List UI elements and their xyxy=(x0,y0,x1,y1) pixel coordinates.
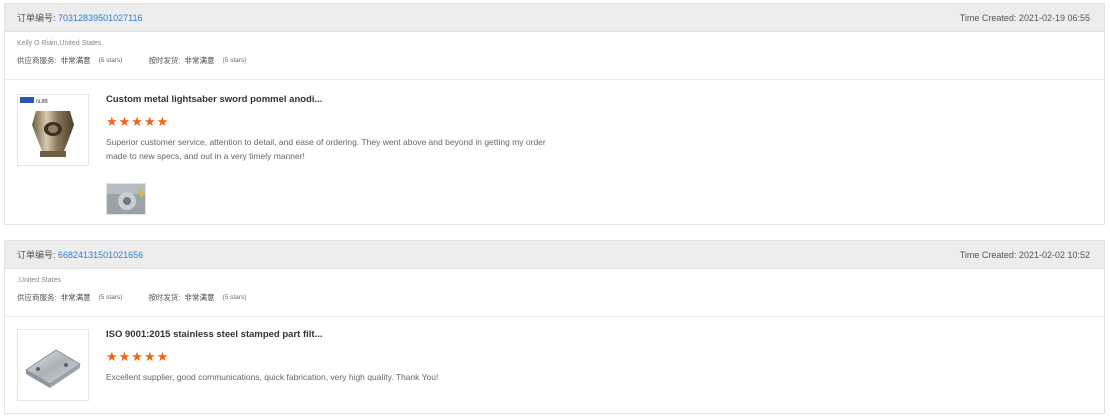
on-time-delivery-value: 非常满意 xyxy=(184,293,215,302)
supplier-service-rating: 供应商服务: 非常满意 (5 stars) xyxy=(17,55,122,66)
product-title[interactable]: Custom metal lightsaber sword pommel ano… xyxy=(106,94,566,105)
star-rating-icon: ★★★★★ xyxy=(106,114,170,129)
ratings-row: 供应商服务: 非常满意 (5 stars) 按时发货: 非常满意 (5 star… xyxy=(17,55,1092,66)
star-rating-icon: ★★★★★ xyxy=(106,349,170,364)
on-time-delivery-label: 按时发货: xyxy=(148,56,181,65)
supplier-service-label: 供应商服务: xyxy=(17,56,57,65)
svg-text:hL8B: hL8B xyxy=(36,99,48,105)
time-created: Time Created: 2021-02-02 10:52 xyxy=(959,249,1090,260)
on-time-delivery-rating: 按时发货: 非常满意 (5 stars) xyxy=(148,292,246,303)
review-content: ISO 9001:2015 stainless steel stamped pa… xyxy=(106,329,706,384)
order-header: 订单编号: 66824131501021656 Time Created: 20… xyxy=(5,241,1104,269)
review-content: Custom metal lightsaber sword pommel ano… xyxy=(106,94,566,215)
product-thumbnail[interactable]: hL8B xyxy=(17,94,89,166)
order-label: 订单编号: xyxy=(17,250,56,260)
buyer-name: ,United States xyxy=(17,277,61,284)
on-time-delivery-label: 按时发货: xyxy=(148,293,181,302)
order-number: 订单编号: 66824131501021656 xyxy=(17,248,143,261)
supplier-service-label: 供应商服务: xyxy=(17,293,57,302)
order-header: 订单编号: 70312839501027116 Time Created: 20… xyxy=(5,4,1104,32)
on-time-delivery-rating: 按时发货: 非常满意 (5 stars) xyxy=(148,55,246,66)
buyer-info: ,United States 供应商服务: 非常满意 (5 stars) 按时发… xyxy=(5,269,1104,317)
time-created: Time Created: 2021-02-19 06:55 xyxy=(959,12,1090,23)
order-id-link[interactable]: 70312839501027116 xyxy=(58,13,142,23)
supplier-service-stars: (5 stars) xyxy=(98,57,123,64)
review-photo[interactable] xyxy=(106,183,146,215)
supplier-service-value: 非常满意 xyxy=(60,56,91,65)
order-number: 订单编号: 70312839501027116 xyxy=(17,11,142,24)
order-label: 订单编号: xyxy=(17,13,56,23)
metal-pommel-image: hL8B xyxy=(20,97,74,157)
review-photo-image xyxy=(107,184,145,214)
review-body: ISO 9001:2015 stainless steel stamped pa… xyxy=(5,317,1104,401)
supplier-service-rating: 供应商服务: 非常满意 (5 stars) xyxy=(17,292,122,303)
product-thumbnail[interactable] xyxy=(17,329,89,401)
buyer-name: Kelly O Riain,United States xyxy=(17,40,102,47)
order-id-link[interactable]: 66824131501021656 xyxy=(58,250,143,260)
on-time-delivery-stars: (5 stars) xyxy=(222,294,247,301)
review-text: Excellent supplier, good communications,… xyxy=(106,372,439,382)
review-card: 订单编号: 70312839501027116 Time Created: 20… xyxy=(4,3,1105,225)
supplier-service-value: 非常满意 xyxy=(60,293,91,302)
supplier-service-stars: (5 stars) xyxy=(98,294,123,301)
product-title[interactable]: ISO 9001:2015 stainless steel stamped pa… xyxy=(106,329,706,340)
on-time-delivery-value: 非常满意 xyxy=(184,56,215,65)
buyer-info: Kelly O Riain,United States 供应商服务: 非常满意 … xyxy=(5,32,1104,80)
ratings-row: 供应商服务: 非常满意 (5 stars) 按时发货: 非常满意 (5 star… xyxy=(17,292,1092,303)
review-text: Superior customer service, attention to … xyxy=(106,137,546,161)
review-card: 订单编号: 66824131501021656 Time Created: 20… xyxy=(4,240,1105,414)
on-time-delivery-stars: (5 stars) xyxy=(222,57,247,64)
stamped-part-image xyxy=(25,349,81,388)
review-body: hL8B Custom metal lightsaber sword pomme… xyxy=(5,80,1104,215)
